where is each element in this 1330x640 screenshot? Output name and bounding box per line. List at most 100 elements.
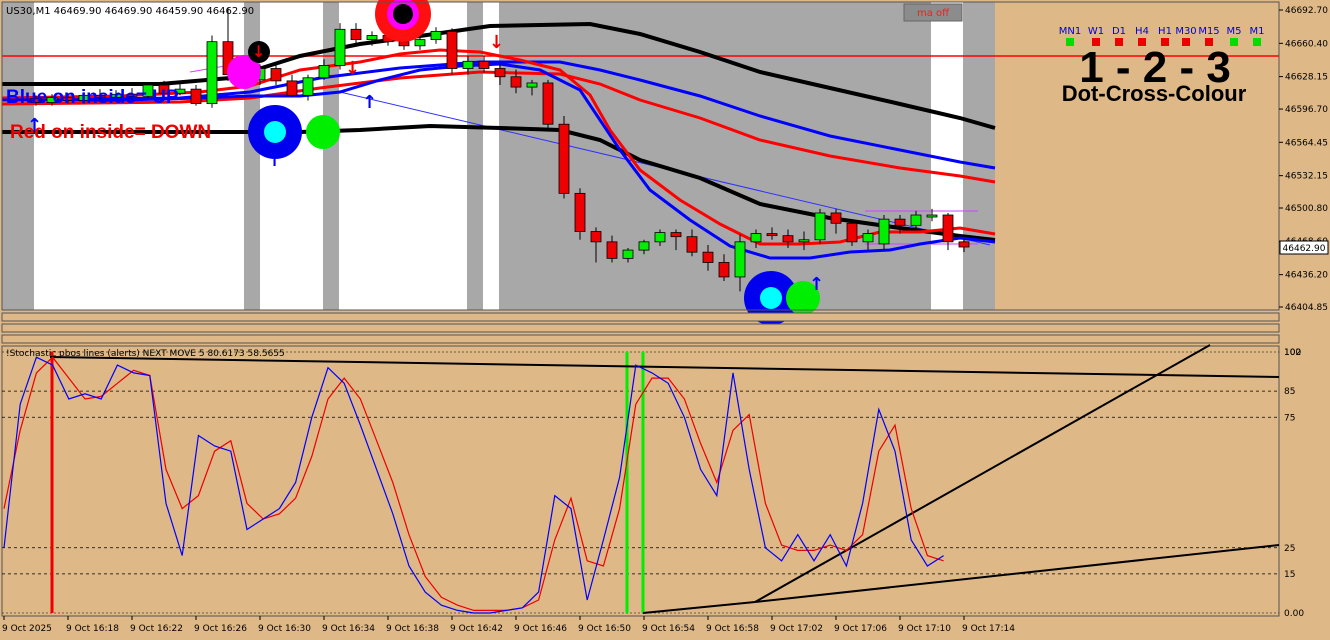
timeframe-status-square [1253, 38, 1261, 46]
time-tick-label: 9 Oct 16:46 [514, 624, 567, 634]
candle [206, 35, 218, 108]
candle-body [526, 82, 538, 88]
indicator-title: !Stochastic pbos lines (alerts) NEXT MOV… [6, 349, 285, 359]
price-tick-label: 46532.15 [1285, 172, 1328, 182]
timeframe-label: H1 [1158, 26, 1172, 37]
price-tick-label: 46596.70 [1285, 105, 1328, 115]
price-tick-label: 46628.15 [1285, 73, 1328, 83]
time-tick-label: 9 Oct 16:18 [66, 624, 119, 634]
timeframe-label: M5 [1227, 26, 1242, 37]
main-panel: ↑ ↓ ↓ ↑ ↓ ↑ ↑ Blue on inside= UP Red on … [1, 0, 1280, 325]
session-band [467, 2, 483, 310]
cyan-signal-dot [264, 121, 286, 143]
timeframe-label: H4 [1135, 26, 1149, 37]
time-axis: 9 Oct 2025 9 Oct 16:18 9 Oct 16:22 9 Oct 16… [2, 616, 1015, 634]
candle [558, 115, 570, 199]
green-signal-dot[interactable] [306, 115, 340, 149]
indicator-panel: !Stochastic pbos lines (alerts) NEXT MOV… [1, 344, 1280, 617]
candle-body [750, 233, 762, 243]
session-band [963, 2, 995, 310]
candle-body [398, 41, 410, 47]
candle-body [270, 68, 282, 82]
empty-subpanel [1, 323, 1280, 333]
candle-body [846, 222, 858, 243]
ma-off-button-label[interactable]: ma off [917, 8, 950, 19]
ma-off-button[interactable]: ma off [903, 3, 963, 22]
time-tick-label: 9 Oct 16:50 [578, 624, 631, 634]
price-tick-label: 46500.80 [1285, 204, 1328, 214]
timeframe-label: M15 [1198, 26, 1219, 37]
time-tick-label: 9 Oct 2025 [2, 624, 52, 634]
down-arrow-icon: ↓ [345, 58, 360, 79]
time-tick-label: 9 Oct 17:06 [834, 624, 887, 634]
red-on-inside-label: Red on inside= DOWN [10, 122, 211, 143]
candle-body [702, 251, 714, 263]
candle-body [494, 68, 506, 78]
candle-body [302, 77, 314, 96]
candle-body [942, 214, 954, 243]
price-tick-label: 46436.20 [1285, 271, 1328, 281]
price-tag: 46462.90 [1279, 240, 1329, 255]
candle-body [782, 235, 794, 243]
candle [814, 208, 826, 244]
blue-on-inside-label: Blue on inside= UP [6, 87, 179, 108]
candle-body [478, 60, 490, 69]
indicator-panel-bg [1, 345, 1280, 617]
empty-subpanel [1, 334, 1280, 344]
time-tick-label: 9 Oct 16:54 [642, 624, 695, 634]
candle-body [718, 262, 730, 278]
candle-body [574, 192, 586, 232]
candle-body [446, 30, 458, 69]
time-tick-label: 9 Oct 17:10 [898, 624, 951, 634]
indicator-tick-label: 15 [1284, 570, 1295, 580]
candle-body [958, 241, 970, 248]
down-arrow-icon: ↓ [489, 32, 504, 53]
candle-body [606, 241, 618, 259]
timeframe-label: W1 [1088, 26, 1104, 37]
price-tick-label: 46404.85 [1285, 303, 1328, 313]
price-axis: 46692.70 46660.40 46628.15 46596.70 46564.45… [1279, 6, 1328, 313]
symbol-info: US30,M1 46469.90 46469.90 46459.90 46462… [6, 6, 254, 17]
indicator-tick-label: 0.00 [1284, 609, 1304, 619]
candle [334, 23, 346, 70]
indicator-tick-label: 75 [1284, 413, 1295, 423]
candle [846, 219, 858, 246]
black-center-dot [393, 4, 413, 24]
time-tick-label: 9 Oct 17:14 [962, 624, 1015, 634]
candle-body [894, 218, 906, 226]
time-tick-label: 9 Oct 16:34 [322, 624, 375, 634]
candle-body [926, 214, 938, 218]
candle-body [878, 218, 890, 245]
candle-body [286, 80, 298, 96]
time-tick-label: 9 Oct 16:58 [706, 624, 759, 634]
empty-subpanel [1, 312, 1280, 322]
candle-body [734, 241, 746, 278]
candle-body [654, 232, 666, 243]
up-arrow-icon: ↑ [362, 92, 377, 113]
candle-body [638, 241, 650, 251]
up-arrow-icon: ↑ [809, 274, 824, 295]
candle-body [350, 28, 362, 41]
time-tick-label: 9 Oct 17:02 [770, 624, 823, 634]
candle-body [590, 231, 602, 243]
indicator-axis: 100102857525150.00 [1284, 348, 1304, 619]
time-tick-label: 9 Oct 16:22 [130, 624, 183, 634]
down-arrow-icon: ↓ [252, 42, 265, 61]
candle-body [318, 65, 330, 79]
time-tick-label: 9 Oct 16:26 [194, 624, 247, 634]
candle-body [542, 82, 554, 125]
price-tick-label: 46692.70 [1285, 6, 1328, 16]
candle-body [366, 35, 378, 41]
timeframe-label: MN1 [1059, 26, 1081, 37]
candle-body [798, 239, 810, 243]
trading-chart: ↑ ↓ ↓ ↑ ↓ ↑ ↑ Blue on inside= UP Red on … [1, 0, 1329, 634]
session-band [2, 2, 34, 310]
candle-body [766, 233, 778, 237]
candle-body [862, 233, 874, 243]
candle-body [670, 232, 682, 238]
candle [446, 28, 458, 75]
time-tick-label: 9 Oct 16:42 [450, 624, 503, 634]
candle-body [558, 123, 570, 194]
timeframe-status-square [1230, 38, 1238, 46]
candle-body [830, 212, 842, 224]
